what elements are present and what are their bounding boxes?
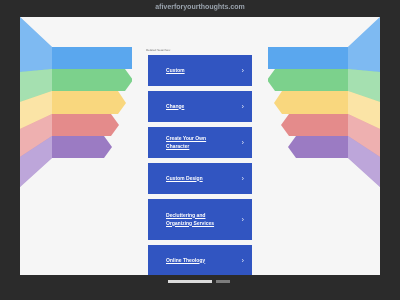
parked-page: Related Searches: Custom › Change › Crea… bbox=[20, 17, 380, 275]
link-decluttering-and-organizing-services[interactable]: Decluttering and Organizing Services › bbox=[148, 199, 252, 240]
chevron-right-icon: › bbox=[241, 216, 244, 223]
link-change[interactable]: Change › bbox=[148, 91, 252, 122]
link-label: Create Your Own Character bbox=[166, 135, 207, 150]
chevron-right-icon: › bbox=[241, 257, 244, 264]
left-ribbon-decoration bbox=[20, 17, 132, 275]
link-create-your-own-character[interactable]: Create Your Own Character › bbox=[148, 127, 252, 158]
related-searches-label: Related Searches: bbox=[146, 48, 171, 52]
related-links-list: Custom › Change › Create Your Own Charac… bbox=[148, 55, 252, 275]
link-label: Custom bbox=[166, 67, 185, 74]
chevron-right-icon: › bbox=[241, 139, 244, 146]
link-label: Online Theology bbox=[166, 257, 206, 264]
domain-title: afiverforyourthoughts.com bbox=[155, 4, 245, 11]
link-custom-design[interactable]: Custom Design › bbox=[148, 163, 252, 194]
link-custom[interactable]: Custom › bbox=[148, 55, 252, 86]
chevron-right-icon: › bbox=[241, 67, 244, 74]
footer-button[interactable] bbox=[216, 280, 230, 283]
link-label: Custom Design bbox=[166, 175, 203, 182]
footer-input[interactable] bbox=[168, 280, 212, 283]
link-label: Change bbox=[166, 103, 185, 110]
right-ribbon-decoration bbox=[268, 17, 380, 275]
link-online-theology[interactable]: Online Theology › bbox=[148, 245, 252, 275]
chevron-right-icon: › bbox=[241, 103, 244, 110]
chevron-right-icon: › bbox=[241, 175, 244, 182]
link-label: Decluttering and Organizing Services bbox=[166, 212, 215, 227]
